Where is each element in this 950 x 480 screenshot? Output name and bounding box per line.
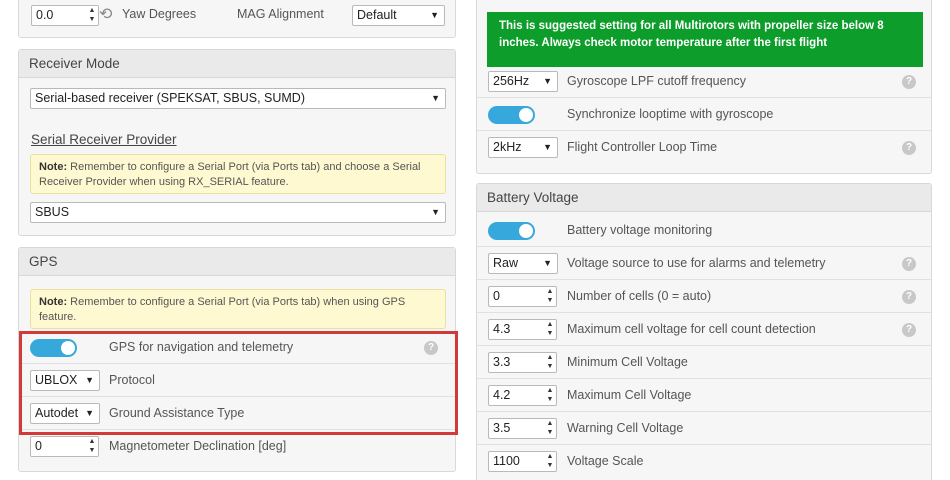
chevron-down-icon: ▼ [430,10,439,20]
sync-looptime-row: Synchronize looptime with gyroscope [477,98,931,131]
warn-cell-input[interactable]: 3.5 ▲ ▼ [488,418,557,439]
note-text: Remember to configure a Serial Port (via… [39,296,406,323]
looptime-label: Flight Controller Loop Time [567,140,718,154]
help-icon[interactable]: ? [902,141,916,155]
chevron-down-icon: ▼ [431,207,440,217]
looptime-select[interactable]: 2kHz ▼ [488,137,558,158]
battery-monitor-label: Battery voltage monitoring [567,223,713,237]
gyro-lpf-row: 256Hz ▼ Gyroscope LPF cutoff frequency ? [477,65,931,98]
gps-note: Note: Remember to configure a Serial Por… [30,289,446,329]
max-cell-value: 4.2 [493,388,511,402]
min-cell-row: 3.3 ▲ ▼ Minimum Cell Voltage [477,346,931,379]
spinner-arrows-icon[interactable]: ▲ ▼ [544,287,556,306]
gyro-lpf-label: Gyroscope LPF cutoff frequency [567,74,747,88]
system-config-panel: This is suggested setting for all Multir… [476,0,932,174]
receiver-mode-title: Receiver Mode [19,50,455,78]
min-cell-input[interactable]: 3.3 ▲ ▼ [488,352,557,373]
spinner-arrows-icon[interactable]: ▲ ▼ [86,437,98,456]
spinner-arrows-icon[interactable]: ▲ ▼ [544,353,556,372]
receiver-mode-panel: Receiver Mode Serial-based receiver (SPE… [18,49,456,236]
voltage-source-row: Raw ▼ Voltage source to use for alarms a… [477,247,931,280]
note-label: Note: [39,161,68,173]
warn-cell-value: 3.5 [493,421,511,435]
battery-voltage-title: Battery Voltage [477,184,931,212]
max-cell-input[interactable]: 4.2 ▲ ▼ [488,385,557,406]
max-detect-row: 4.3 ▲ ▼ Maximum cell voltage for cell cou… [477,313,931,346]
chevron-down-icon: ▼ [543,76,552,86]
gyro-lpf-select[interactable]: 256Hz ▼ [488,71,558,92]
spinner-arrows-icon[interactable]: ▲ ▼ [544,419,556,438]
voltage-scale-value: 1100 [493,454,520,468]
chevron-down-icon: ▼ [543,142,552,152]
help-icon[interactable]: ? [902,290,916,304]
yaw-degrees-input[interactable]: 0.0 ▲ ▼ [31,5,99,26]
note-label: Note: [39,296,68,308]
sync-looptime-label: Synchronize looptime with gyroscope [567,107,774,121]
voltage-scale-label: Voltage Scale [567,454,644,468]
serial-provider-select[interactable]: SBUS ▼ [30,202,446,223]
mag-alignment-label: MAG Alignment [237,7,324,21]
cells-input[interactable]: 0 ▲ ▼ [488,286,557,307]
serial-receiver-provider-heading: Serial Receiver Provider [31,132,177,147]
mag-alignment-value: Default [357,8,397,22]
warn-cell-row: 3.5 ▲ ▼ Warning Cell Voltage [477,412,931,445]
voltage-source-value: Raw [493,256,519,270]
battery-voltage-panel: Battery Voltage Battery voltage monitori… [476,183,932,480]
spinner-arrows-icon[interactable]: ▲ ▼ [544,320,556,339]
mag-declination-input[interactable]: 0 ▲ ▼ [30,436,99,457]
mag-declination-value: 0 [35,439,42,453]
chevron-down-icon: ▼ [543,258,552,268]
voltage-scale-row: 1100 ▲ ▼ Voltage Scale [477,445,931,478]
mag-alignment-select[interactable]: Default ▼ [352,5,445,26]
max-cell-row: 4.2 ▲ ▼ Maximum Cell Voltage [477,379,931,412]
spinner-arrows-icon[interactable]: ▲ ▼ [544,452,556,471]
rotate-icon: ⟲ [99,6,113,23]
battery-monitor-row: Battery voltage monitoring [477,214,931,247]
gyro-lpf-value: 256Hz [493,74,530,88]
spinner-arrows-icon[interactable]: ▲ ▼ [86,6,98,25]
yaw-degrees-value: 0.0 [36,8,54,22]
voltage-source-select[interactable]: Raw ▼ [488,253,558,274]
cells-value: 0 [493,289,500,303]
max-detect-input[interactable]: 4.3 ▲ ▼ [488,319,557,340]
receiver-mode-value: Serial-based receiver (SPEKSAT, SBUS, SU… [35,91,305,105]
looptime-value: 2kHz [493,140,522,154]
looptime-row: 2kHz ▼ Flight Controller Loop Time ? [477,131,931,164]
cells-label: Number of cells (0 = auto) [567,289,712,303]
gps-title: GPS [19,248,455,276]
spinner-arrows-icon[interactable]: ▲ ▼ [544,386,556,405]
highlight-box [19,331,458,435]
max-cell-label: Maximum Cell Voltage [567,388,692,402]
help-icon[interactable]: ? [902,323,916,337]
receiver-note: Note: Remember to configure a Serial Por… [30,154,446,194]
max-detect-label: Maximum cell voltage for cell count dete… [567,322,816,336]
chevron-down-icon: ▼ [431,93,440,103]
min-cell-value: 3.3 [493,355,511,369]
help-icon[interactable]: ? [902,257,916,271]
note-text: Remember to configure a Serial Port (via… [39,161,421,188]
help-icon[interactable]: ? [902,75,916,89]
battery-monitor-toggle[interactable] [488,222,535,240]
warn-cell-label: Warning Cell Voltage [567,421,684,435]
serial-provider-value: SBUS [35,205,70,219]
voltage-source-label: Voltage source to use for alarms and tel… [567,256,826,270]
yaw-degrees-label: Yaw Degrees [122,7,197,21]
voltage-scale-input[interactable]: 1100 ▲ ▼ [488,451,557,472]
max-detect-value: 4.3 [493,322,511,336]
sync-looptime-toggle[interactable] [488,106,535,124]
board-alignment-panel: 0.0 ▲ ▼ ⟲ Yaw Degrees MAG Alignment Defau… [18,0,456,38]
cells-row: 0 ▲ ▼ Number of cells (0 = auto) ? [477,280,931,313]
suggestion-banner: This is suggested setting for all Multir… [487,12,923,67]
receiver-mode-select[interactable]: Serial-based receiver (SPEKSAT, SBUS, SU… [30,88,446,109]
min-cell-label: Minimum Cell Voltage [567,355,688,369]
